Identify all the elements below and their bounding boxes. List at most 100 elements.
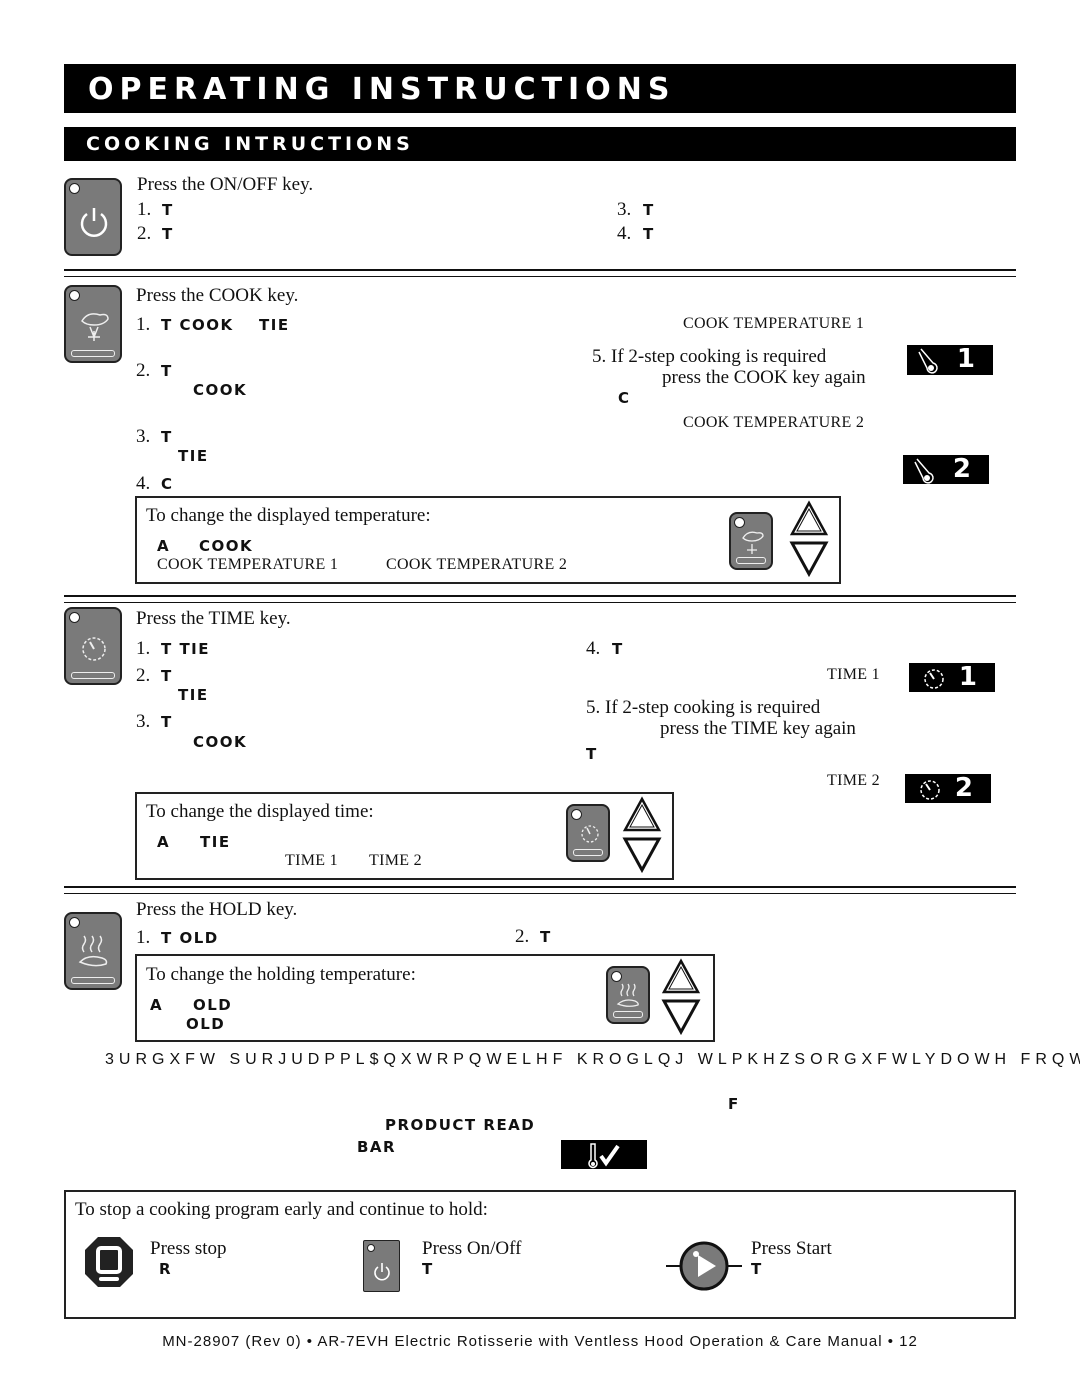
box-text: COOK TEMPERATURE 2 <box>386 556 568 573</box>
hold-key-icon <box>606 966 650 1024</box>
step-text: T <box>161 362 173 380</box>
ready-text: BAR <box>357 1138 397 1156</box>
step-text: T <box>586 745 598 763</box>
step-text: TIE <box>259 316 290 334</box>
change-time-box: To change the displayed time: A TIE TIME… <box>135 792 674 880</box>
display-label: COOK TEMPERATURE 2 <box>683 414 865 431</box>
timer-icon <box>920 780 940 800</box>
up-arrow-icon[interactable] <box>661 958 701 996</box>
hold-key-icon <box>64 912 122 990</box>
display-value: 2 <box>954 773 973 803</box>
hold-title: Press the HOLD key. <box>136 899 298 920</box>
step-text: 5. If 2-step cooking is required <box>586 697 821 718</box>
time-title: Press the TIME key. <box>136 608 291 629</box>
down-arrow-icon[interactable] <box>661 998 701 1036</box>
ready-text: F <box>728 1095 740 1113</box>
product-ready-display <box>561 1140 647 1169</box>
display-value: 1 <box>956 344 975 374</box>
box-title: To change the displayed temperature: <box>146 505 431 526</box>
onoff-text: T <box>422 1260 434 1278</box>
step-text: press the TIME key again <box>660 718 856 739</box>
display-label: COOK TEMPERATURE 1 <box>683 315 865 332</box>
step-number: 2. <box>136 360 151 381</box>
step-text: C <box>618 389 631 407</box>
display-value: 2 <box>952 454 971 484</box>
divider <box>64 886 1016 894</box>
start-text: T <box>751 1260 763 1278</box>
display-label: TIME 1 <box>827 666 880 683</box>
cook-temp-1-display: 1 <box>907 344 993 375</box>
down-arrow-icon[interactable] <box>622 836 662 874</box>
time-2-display: 2 <box>905 773 991 803</box>
step-text: TIE <box>178 447 209 465</box>
step-number: 1. <box>136 927 151 948</box>
step-text: T <box>162 201 174 219</box>
ready-text: PRODUCT READ <box>385 1116 536 1134</box>
page-footer: MN-28907 (Rev 0) • AR-7EVH Electric Roti… <box>162 1333 918 1350</box>
time-key-icon <box>64 607 122 685</box>
step-text: T TIE <box>161 640 211 658</box>
step-text: TIE <box>178 686 209 704</box>
stop-text: Press stop <box>150 1238 227 1259</box>
step-text: T <box>540 928 552 946</box>
step-text: T <box>161 428 173 446</box>
page-title-bar: OPERATING INSTRUCTIONS <box>64 64 1016 113</box>
step-number: 1. <box>136 314 151 335</box>
start-text: Press Start <box>751 1238 832 1259</box>
step-text: T <box>162 225 174 243</box>
cook-key-icon <box>64 285 122 363</box>
start-key-icon <box>666 1241 742 1291</box>
step-text: T <box>643 225 655 243</box>
cook-title: Press the COOK key. <box>136 285 299 306</box>
step-text: T <box>612 640 624 658</box>
box-title: To stop a cooking program early and cont… <box>75 1199 488 1220</box>
section-title-bar: COOKING INTRUCTIONS <box>64 127 1016 161</box>
thermometer-icon <box>918 348 938 374</box>
step-number: 2. <box>136 665 151 686</box>
step-text: T COOK <box>161 316 234 334</box>
page-title: OPERATING INSTRUCTIONS <box>88 72 676 107</box>
section-title: COOKING INTRUCTIONS <box>86 133 414 155</box>
onoff-text: Press On/Off <box>422 1238 522 1259</box>
box-text: TIE <box>200 833 231 851</box>
step-text: COOK <box>193 733 248 751</box>
garbled-text: 3URGXFW SURJUDPPL$QXWRPQWELHF KROGLQJ WL… <box>105 1051 1080 1068</box>
box-text: TIME 2 <box>369 852 422 869</box>
box-text: A <box>150 996 164 1014</box>
box-text: COOK <box>199 537 254 555</box>
stop-text: R <box>159 1260 173 1278</box>
timer-icon <box>924 669 944 689</box>
step-text: T <box>161 713 173 731</box>
cook-temp-2-display: 2 <box>903 454 989 484</box>
step-number: 4. <box>586 638 601 659</box>
display-value: 1 <box>958 662 977 692</box>
onoff-title: Press the ON/OFF key. <box>137 174 314 195</box>
step-number: 3. <box>136 711 151 732</box>
step-text: T <box>161 667 173 685</box>
stop-key-icon <box>85 1237 133 1287</box>
divider <box>64 269 1016 277</box>
down-arrow-icon[interactable] <box>789 540 829 578</box>
box-text: A <box>157 833 171 851</box>
step-number: 4. <box>617 223 632 244</box>
box-text: COOK TEMPERATURE 1 <box>157 556 339 573</box>
up-arrow-icon[interactable] <box>622 796 662 834</box>
step-number: 2. <box>137 223 152 244</box>
box-title: To change the holding temperature: <box>146 964 416 985</box>
box-text: OLD <box>186 1015 226 1033</box>
power-key-icon <box>64 178 122 256</box>
step-text: press the COOK key again <box>662 367 866 388</box>
box-text: OLD <box>193 996 233 1014</box>
power-key-icon <box>363 1240 400 1292</box>
step-number: 4. <box>136 473 151 494</box>
thermometer-icon <box>914 458 934 484</box>
step-text: 5. If 2-step cooking is required <box>592 346 827 367</box>
box-text: A <box>157 537 171 555</box>
stop-program-box: To stop a cooking program early and cont… <box>64 1190 1016 1319</box>
step-text: T <box>643 201 655 219</box>
step-text: COOK <box>193 381 248 399</box>
change-temperature-box: To change the displayed temperature: A C… <box>135 496 841 584</box>
display-label: TIME 2 <box>827 772 880 789</box>
up-arrow-icon[interactable] <box>789 500 829 538</box>
step-number: 1. <box>137 199 152 220</box>
